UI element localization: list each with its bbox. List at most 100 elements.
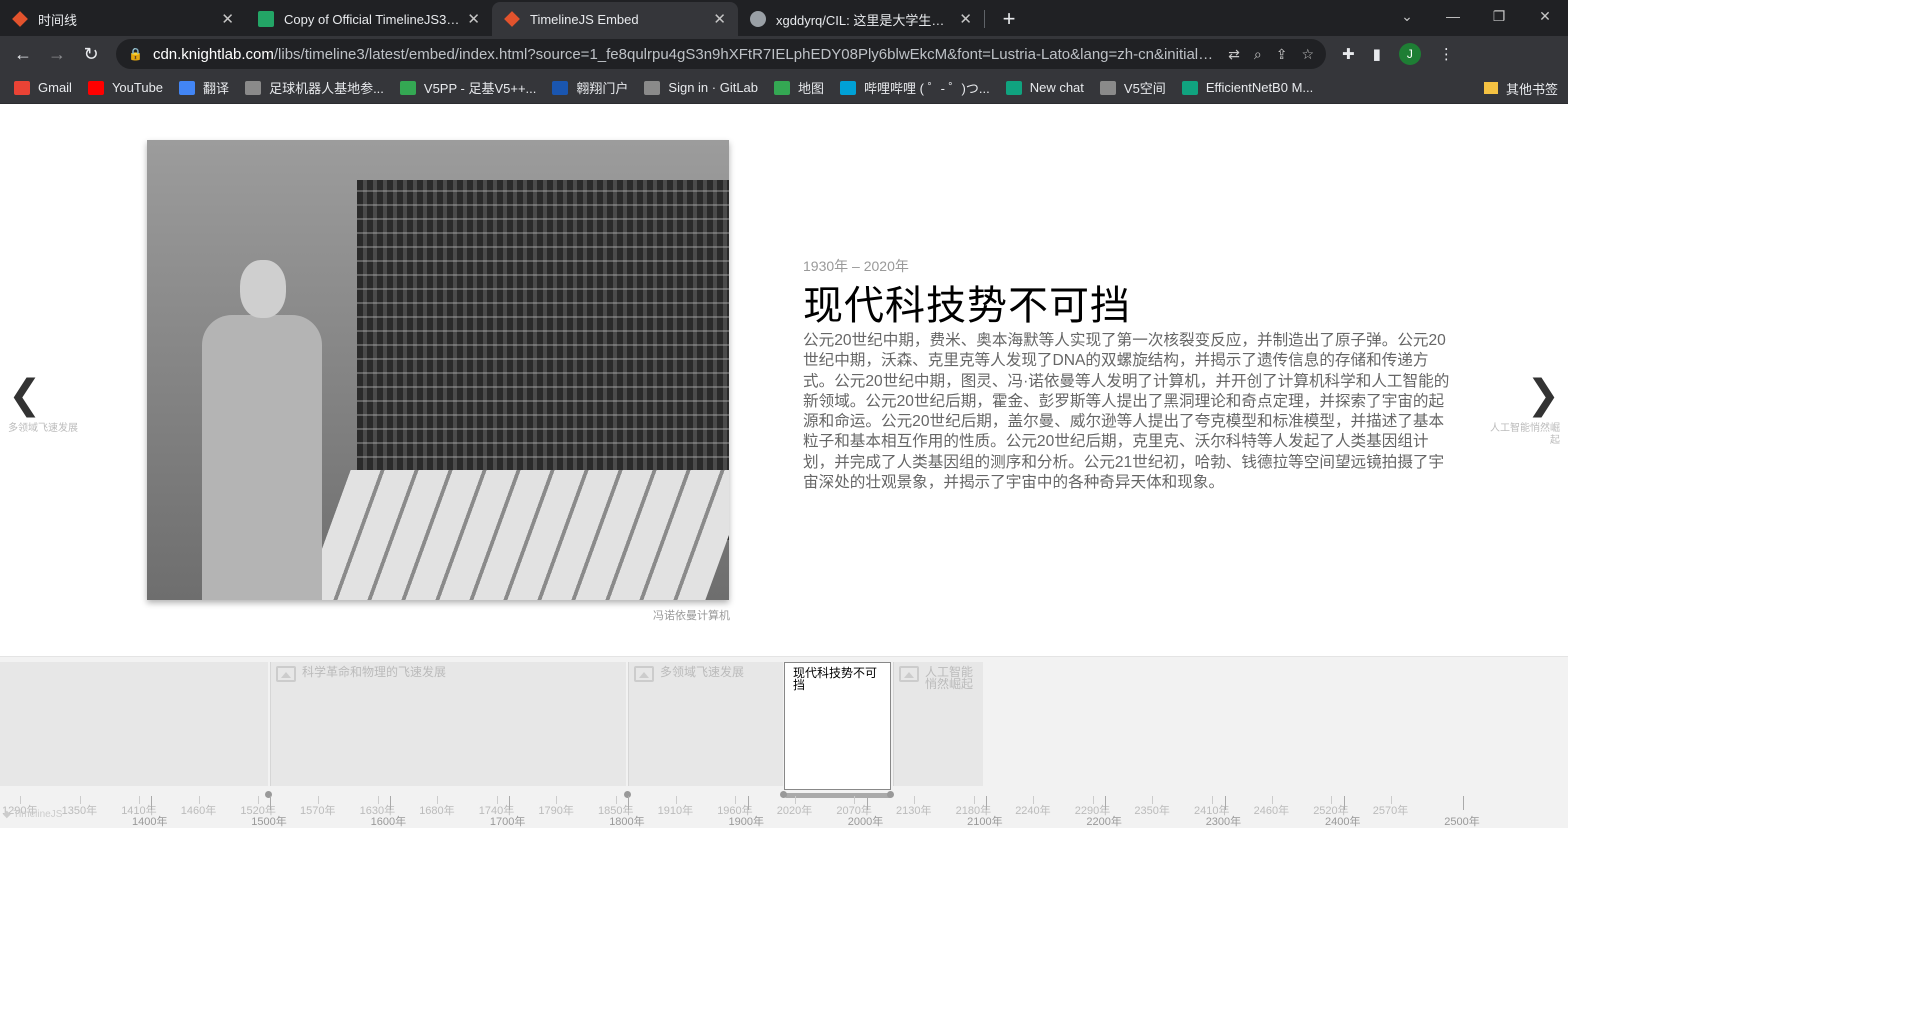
other-bookmarks[interactable]: 其他书签 bbox=[1483, 72, 1558, 104]
back-icon[interactable]: ← bbox=[6, 44, 40, 65]
bookmark-item[interactable]: 翻译 bbox=[179, 78, 229, 97]
bookmark-label: 地图 bbox=[798, 81, 825, 96]
reload-icon[interactable]: ↻ bbox=[74, 44, 108, 65]
axis-minor-label: 2020年 bbox=[776, 805, 813, 817]
bookmark-favicon-icon bbox=[245, 80, 262, 95]
image-icon bbox=[276, 666, 296, 682]
time-axis: 1290年 1350年 1410年 1460年 1520年 1570年 1630年 1680年… bbox=[0, 796, 1568, 829]
close-tab-icon[interactable]: ✕ bbox=[221, 10, 234, 28]
axis-major-tick bbox=[747, 796, 749, 810]
close-tab-icon[interactable]: ✕ bbox=[713, 10, 726, 28]
slide-media-image bbox=[147, 140, 729, 600]
axis-major-label: 1500年 bbox=[251, 816, 287, 828]
bookmark-label: V5PP - 足基V5++... bbox=[423, 81, 537, 96]
address-host: cdn.knightlab.com bbox=[152, 45, 274, 63]
timeline-favicon-icon bbox=[504, 11, 520, 27]
axis-major-tick bbox=[866, 796, 868, 810]
tab-github-repo[interactable]: xgddyrq/CIL: 这里是大学生信息 ✕ bbox=[738, 2, 984, 36]
next-slide-button[interactable]: ❯ 人工智能悄然崛起 bbox=[1488, 375, 1560, 447]
bookmark-item[interactable]: YouTube bbox=[87, 80, 163, 95]
bookmark-favicon-icon bbox=[774, 80, 791, 95]
bookmark-label: Gmail bbox=[38, 80, 72, 95]
next-slide-label: 人工智能悄然崛起 bbox=[1490, 423, 1560, 446]
timeline-embed: 冯诺依曼计算机 1930年 – 2020年 现代科技势不可挡 公元20世纪中期，… bbox=[0, 105, 1568, 828]
image-icon bbox=[634, 666, 654, 682]
axis-major-label: 1400年 bbox=[132, 816, 168, 828]
chevron-right-icon: ❯ bbox=[1526, 373, 1560, 417]
marker-title: 现代科技势不可挡 bbox=[793, 666, 878, 692]
extensions-icon[interactable]: ✚ bbox=[1342, 45, 1355, 63]
share-icon[interactable]: ⇪ bbox=[1276, 46, 1288, 63]
bookmark-item[interactable]: 足球机器人基地参... bbox=[245, 78, 384, 97]
timeline-marker[interactable]: 多领域飞速发展 bbox=[628, 662, 783, 786]
axis-major-tick bbox=[1224, 796, 1226, 810]
lock-icon[interactable]: 🔒 bbox=[128, 47, 143, 61]
timeline-marker-active[interactable]: 现代科技势不可挡 bbox=[784, 662, 891, 790]
bookmark-item[interactable]: EfficientNetB0 M... bbox=[1181, 80, 1313, 95]
bookmark-favicon-icon bbox=[1099, 80, 1116, 95]
bookmark-favicon-icon bbox=[552, 80, 569, 95]
window-controls: ⌄ — ❐ ✕ bbox=[1384, 0, 1568, 32]
axis-major-label: 1700年 bbox=[489, 816, 526, 828]
zoom-icon[interactable]: ⌕ bbox=[1254, 46, 1262, 63]
vacuum-tubes-image-part bbox=[303, 470, 729, 600]
tab-timeline[interactable]: 时间线 ✕ bbox=[0, 2, 246, 36]
bookmark-item[interactable]: Gmail bbox=[14, 80, 72, 95]
close-tab-icon[interactable]: ✕ bbox=[959, 10, 972, 28]
address-url: cdn.knightlab.com/libs/timeline3/latest/… bbox=[153, 46, 1218, 63]
bookmark-item[interactable]: 哔哩哔哩 ( ゜- ゜)つ... bbox=[840, 78, 990, 97]
close-tab-icon[interactable]: ✕ bbox=[467, 10, 480, 28]
axis-major-label: 1800年 bbox=[609, 816, 645, 828]
bookmark-label: 哔哩哔哩 ( ゜- ゜)つ... bbox=[864, 81, 990, 96]
bookmark-item[interactable]: V5PP - 足基V5++... bbox=[399, 78, 537, 97]
bookmark-item[interactable]: 翱翔门户 bbox=[552, 78, 628, 97]
bookmark-star-icon[interactable]: ☆ bbox=[1301, 46, 1314, 63]
axis-minor-label: 2570年 bbox=[1372, 805, 1409, 817]
bookmark-item[interactable]: 地图 bbox=[774, 78, 824, 97]
axis-minor-label: 1350年 bbox=[61, 805, 98, 817]
timeline-marker-group-background bbox=[0, 662, 268, 786]
axis-minor-label: 1790年 bbox=[538, 805, 574, 817]
restore-icon[interactable]: ❐ bbox=[1476, 0, 1522, 32]
axis-minor-label: 1570年 bbox=[300, 805, 336, 817]
axis-minor-label: 1910年 bbox=[657, 805, 694, 817]
axis-major-label: 1900年 bbox=[728, 816, 764, 828]
image-icon bbox=[899, 666, 919, 682]
axis-major-label: 2300年 bbox=[1205, 816, 1242, 828]
minimize-icon[interactable]: — bbox=[1430, 0, 1476, 32]
toolbar: ← → ↻ 🔒 cdn.knightlab.com/libs/timeline3… bbox=[0, 36, 1568, 72]
timelinejs-brand: ◆ TimelineJS bbox=[3, 809, 63, 820]
bookmark-item[interactable]: Sign in · GitLab bbox=[644, 80, 758, 95]
address-path: /libs/timeline3/latest/embed/index.html?… bbox=[273, 45, 1219, 63]
bookmark-label: Sign in · GitLab bbox=[668, 80, 759, 95]
axis-major-tick bbox=[270, 796, 272, 810]
tab-search-icon[interactable]: ⌄ bbox=[1384, 0, 1430, 32]
translate-icon[interactable]: ⇄ bbox=[1228, 46, 1240, 63]
bookmark-item[interactable]: V5空间 bbox=[1099, 78, 1166, 97]
axis-major-label: 2400年 bbox=[1325, 816, 1361, 828]
axis-major-tick bbox=[986, 796, 988, 810]
bookmark-item[interactable]: New chat bbox=[1005, 80, 1084, 95]
previous-slide-button[interactable]: ❮ 多领域飞速发展 bbox=[8, 375, 80, 435]
github-favicon-icon bbox=[750, 11, 766, 27]
profile-avatar[interactable]: J bbox=[1398, 43, 1421, 65]
bookmark-label: V5空间 bbox=[1123, 81, 1166, 96]
bookmark-favicon-icon bbox=[1005, 80, 1022, 95]
forward-icon[interactable]: → bbox=[40, 44, 74, 65]
axis-minor-label: 2350年 bbox=[1134, 805, 1170, 817]
close-window-icon[interactable]: ✕ bbox=[1522, 0, 1568, 32]
media-caption: 冯诺依曼计算机 bbox=[653, 610, 730, 622]
tab-timelinejs-embed[interactable]: TimelineJS Embed ✕ bbox=[492, 2, 738, 36]
tab-sheets-copy[interactable]: Copy of Official TimelineJS3 Te ✕ bbox=[246, 2, 492, 36]
slide-text: 公元20世纪中期，费米、奥本海默等人实现了第一次核裂变反应，并制造出了原子弹。公… bbox=[803, 332, 1450, 492]
new-tab-button[interactable]: + bbox=[995, 6, 1023, 32]
address-bar[interactable]: 🔒 cdn.knightlab.com/libs/timeline3/lates… bbox=[116, 39, 1326, 69]
bookmark-favicon-icon bbox=[1181, 80, 1198, 95]
timeline-marker[interactable]: 科学革命和物理的飞速发展 bbox=[270, 662, 626, 786]
folder-icon bbox=[1483, 82, 1498, 94]
axis-major-tick bbox=[1463, 796, 1465, 810]
menu-icon[interactable]: ⋮ bbox=[1439, 45, 1454, 63]
timeline-marker[interactable]: 人工智能悄然崛起 bbox=[893, 662, 983, 786]
bookmark-favicon-icon bbox=[87, 80, 104, 95]
side-panel-icon[interactable]: ▮ bbox=[1373, 45, 1381, 63]
